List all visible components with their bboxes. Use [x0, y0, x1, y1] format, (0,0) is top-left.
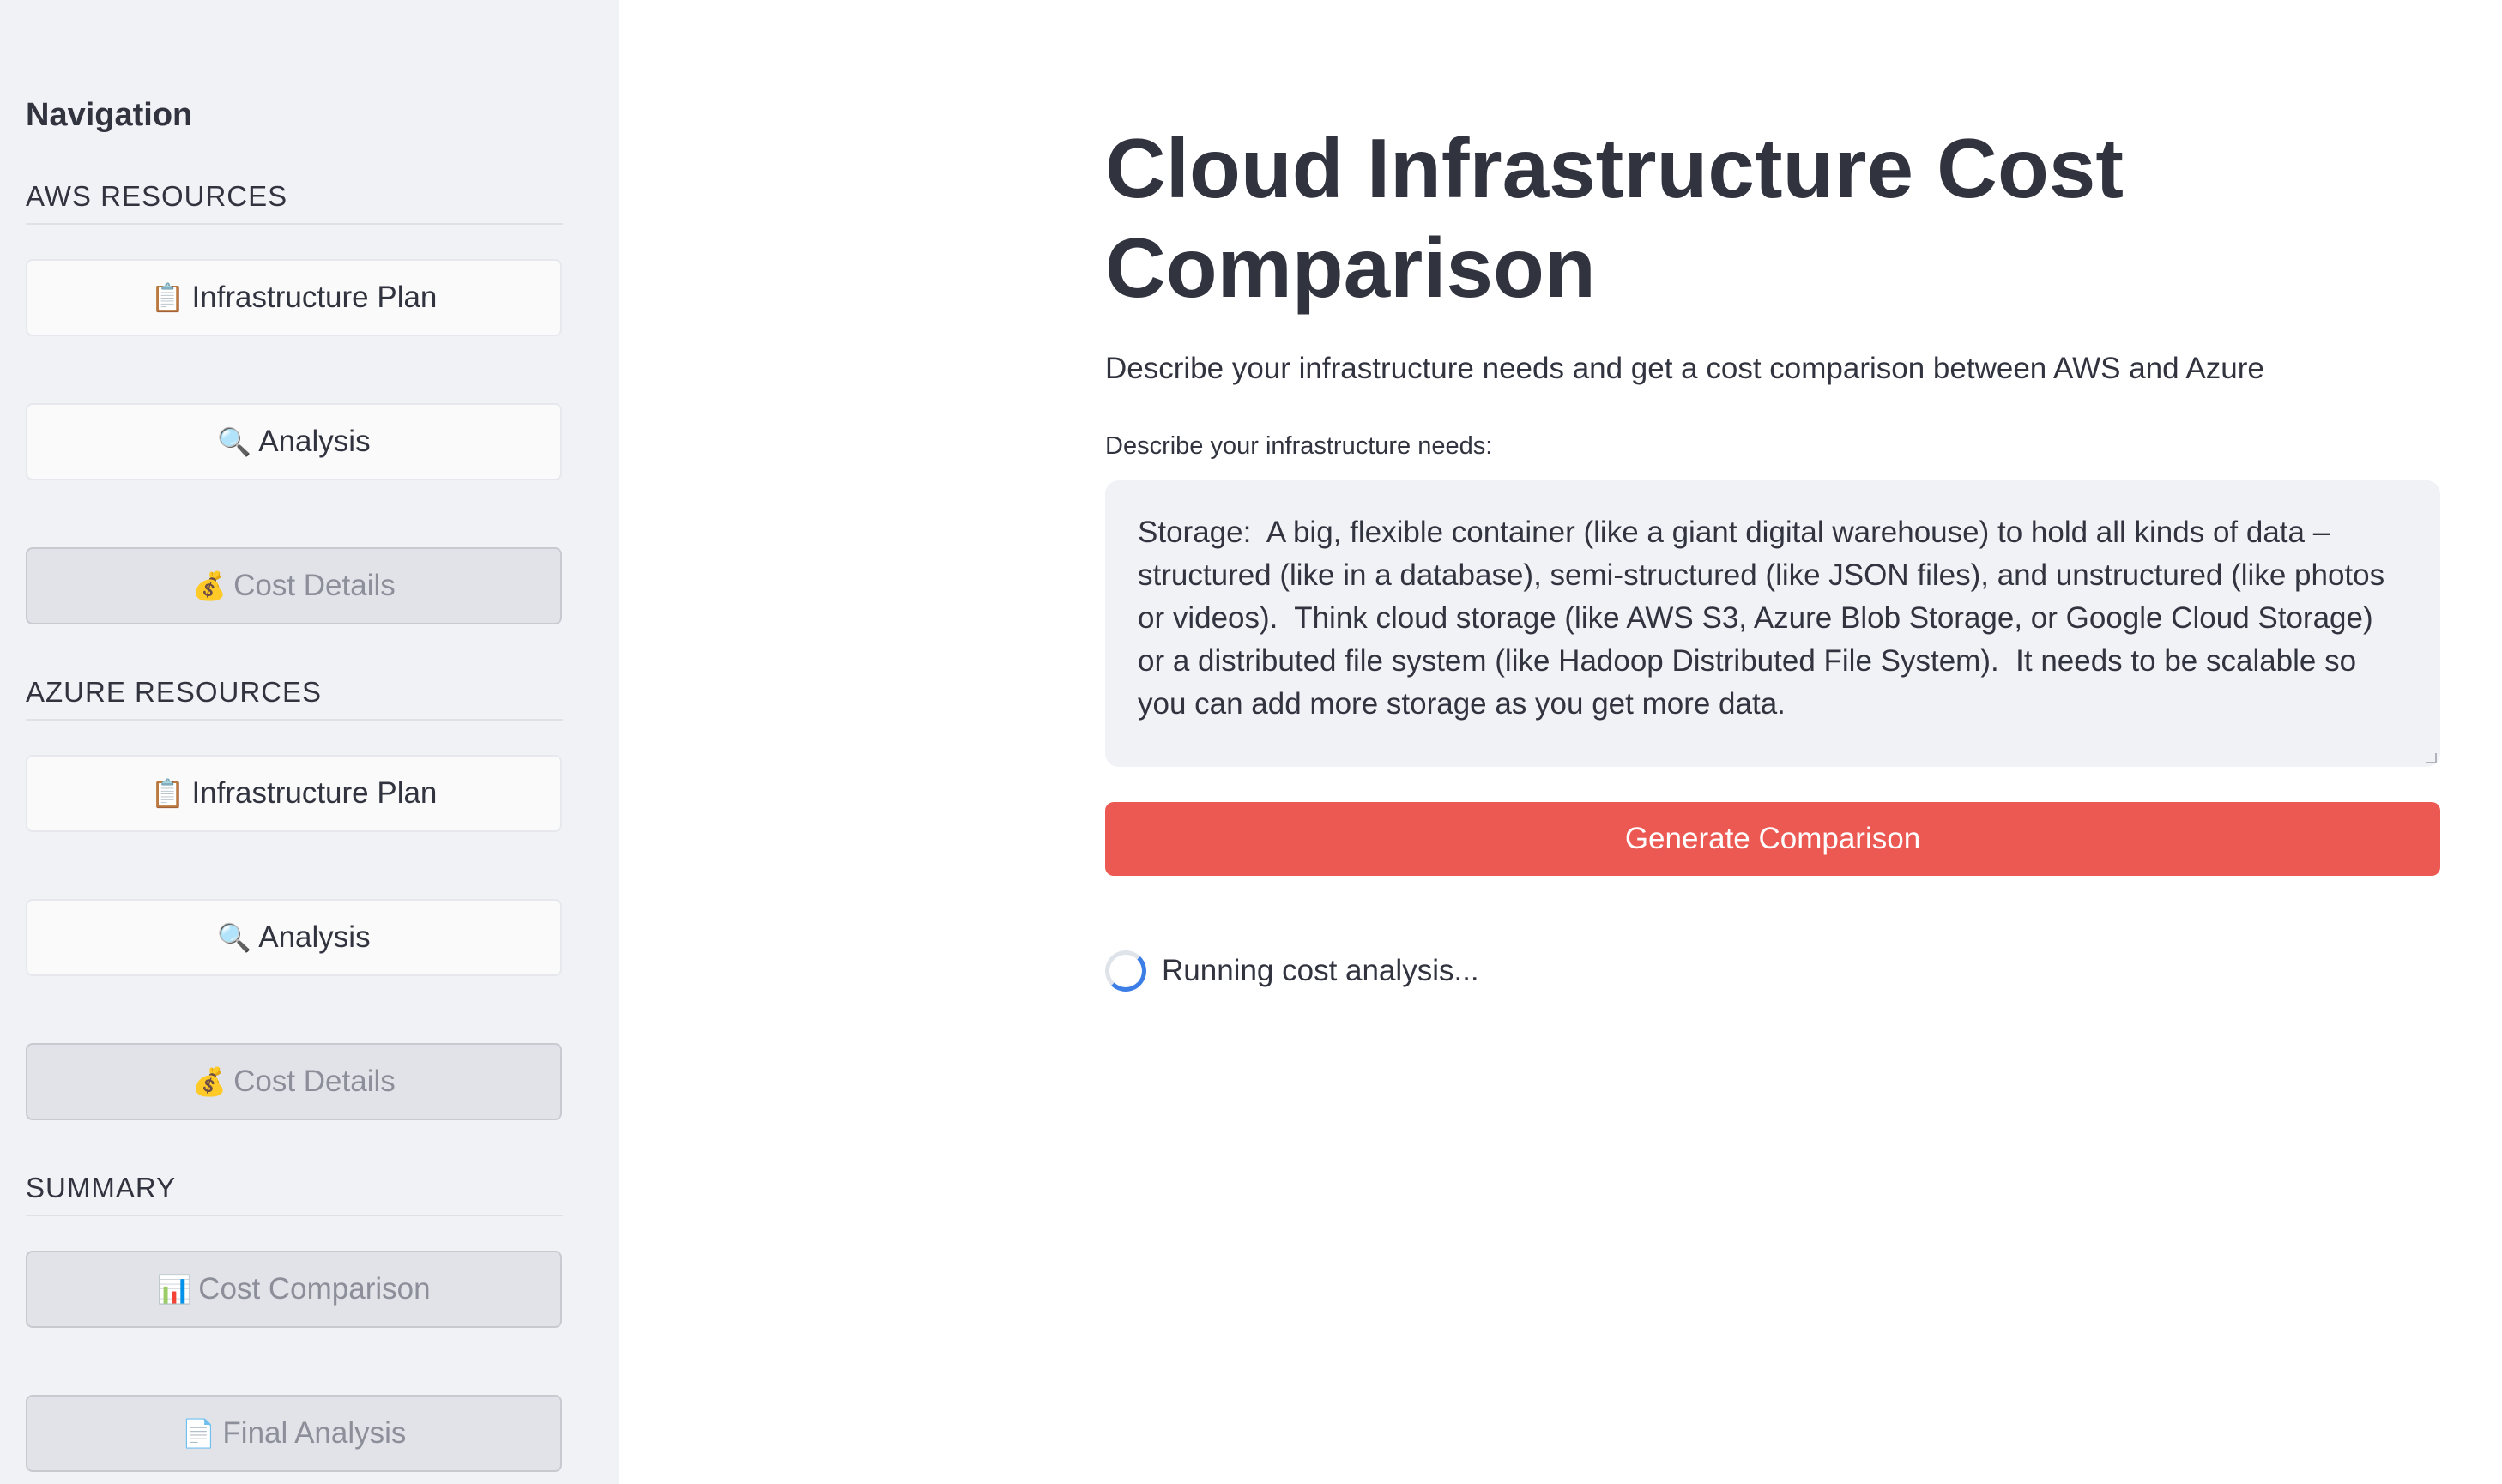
infrastructure-needs-textarea[interactable]: Storage: A big, flexible container (like… [1105, 480, 2440, 767]
aws-analysis-button[interactable]: 🔍 Analysis [26, 403, 562, 480]
resize-handle-icon[interactable] [2426, 753, 2437, 763]
button-label: Analysis [258, 920, 371, 954]
bar-chart-icon: 📊 [157, 1274, 192, 1305]
final-analysis-button[interactable]: 📄 Final Analysis [26, 1395, 562, 1472]
azure-cost-details-button[interactable]: 💰 Cost Details [26, 1043, 562, 1120]
app-root: Navigation AWS RESOURCES 📋 Infrastructur… [0, 0, 2502, 1484]
button-label: Infrastructure Plan [191, 776, 438, 810]
button-label: Cost Comparison [198, 1272, 431, 1306]
aws-infrastructure-plan-button[interactable]: 📋 Infrastructure Plan [26, 259, 562, 336]
azure-analysis-button[interactable]: 🔍 Analysis [26, 899, 562, 976]
clipboard-icon: 📋 [150, 282, 185, 313]
generate-comparison-button[interactable]: Generate Comparison [1105, 802, 2440, 876]
azure-infrastructure-plan-button[interactable]: 📋 Infrastructure Plan [26, 755, 562, 832]
clipboard-icon: 📋 [150, 778, 185, 809]
input-label: Describe your infrastructure needs: [1105, 432, 1493, 460]
sidebar: Navigation AWS RESOURCES 📋 Infrastructur… [0, 0, 619, 1484]
section-header-aws: AWS RESOURCES [26, 178, 563, 225]
button-label: Final Analysis [222, 1416, 407, 1450]
aws-cost-details-button[interactable]: 💰 Cost Details [26, 547, 562, 624]
page-title: Cloud Infrastructure Cost Comparison [1105, 121, 2124, 315]
button-label: Infrastructure Plan [191, 281, 438, 314]
status-indicator: Running cost analysis... [1105, 950, 1479, 992]
magnifier-icon: 🔍 [217, 426, 252, 457]
spinner-icon [1105, 950, 1146, 992]
button-label: Analysis [258, 425, 371, 458]
magnifier-icon: 🔍 [217, 922, 252, 953]
button-label: Cost Details [233, 569, 396, 602]
document-icon: 📄 [181, 1418, 216, 1449]
sidebar-title: Navigation [26, 97, 193, 133]
cost-comparison-button[interactable]: 📊 Cost Comparison [26, 1251, 562, 1328]
page-subtitle: Describe your infrastructure needs and g… [1105, 352, 2264, 385]
money-bag-icon: 💰 [192, 570, 227, 601]
section-header-summary: SUMMARY [26, 1170, 563, 1216]
status-text: Running cost analysis... [1162, 954, 1479, 987]
button-label: Cost Details [233, 1065, 396, 1098]
main-content: Cloud Infrastructure Cost Comparison Des… [1105, 0, 2440, 1484]
section-header-azure: AZURE RESOURCES [26, 674, 563, 721]
money-bag-icon: 💰 [192, 1066, 227, 1097]
